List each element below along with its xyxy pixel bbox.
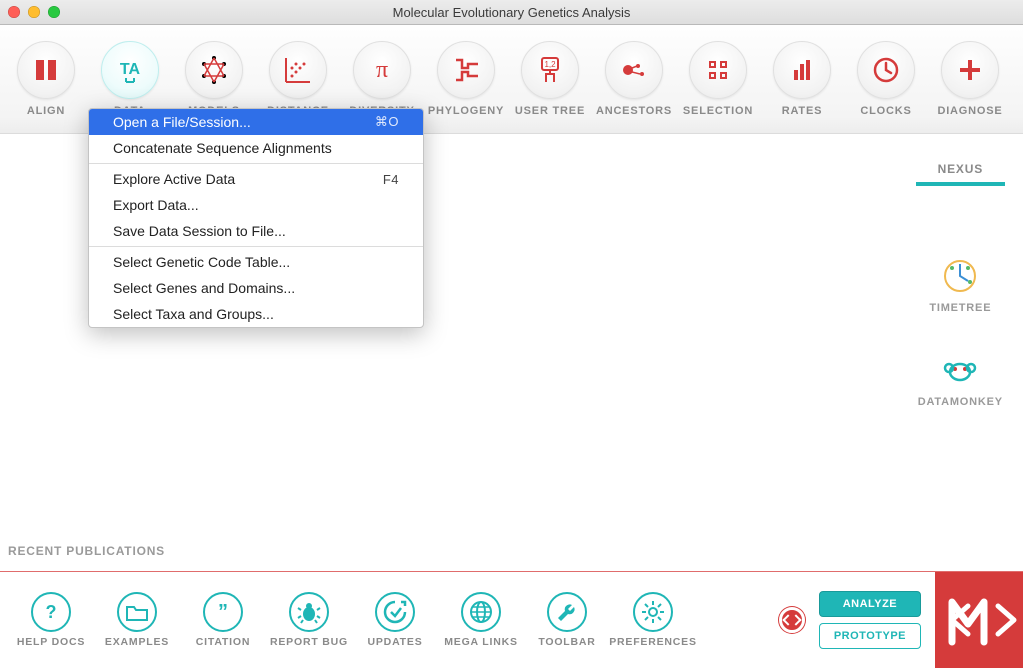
- updates-icon: [375, 592, 415, 632]
- gear-icon: [633, 592, 673, 632]
- bottom-bug-button[interactable]: REPORT BUG: [266, 592, 352, 648]
- menu-item-shortcut: ⌘O: [375, 114, 399, 130]
- toolbar-ancestors-button[interactable]: ANCESTORS: [592, 29, 676, 129]
- menu-item[interactable]: Save Data Session to File...: [89, 218, 423, 244]
- menu-item-label: Select Genetic Code Table...: [113, 254, 290, 270]
- selection-icon: [689, 41, 747, 99]
- menu-item-label: Explore Active Data: [113, 171, 235, 187]
- toolbar-diagnose-button[interactable]: DIAGNOSE: [928, 29, 1012, 129]
- menu-item-label: Select Genes and Domains...: [113, 280, 295, 296]
- menu-separator: [89, 163, 423, 164]
- toolbar-label: ANCESTORS: [596, 105, 672, 117]
- nexus-tab[interactable]: NEXUS: [916, 156, 1005, 186]
- toolbar-usertree-button[interactable]: USER TREE: [508, 29, 592, 129]
- bottom-label: REPORT BUG: [270, 636, 348, 648]
- prototype-button[interactable]: PROTOTYPE: [819, 623, 921, 649]
- toolbar-label: PHYLOGENY: [428, 105, 504, 117]
- right-link-timetree[interactable]: TIMETREE: [929, 258, 991, 314]
- bottom-label: TOOLBAR: [538, 636, 595, 648]
- bottom-updates-button[interactable]: UPDATES: [352, 592, 438, 648]
- analyze-button[interactable]: ANALYZE: [819, 591, 921, 617]
- toolbar-label: DIAGNOSE: [937, 105, 1002, 117]
- bottom-help-button[interactable]: HELP DOCS: [8, 592, 94, 648]
- menu-item-label: Save Data Session to File...: [113, 223, 286, 239]
- menu-separator: [89, 246, 423, 247]
- ancestors-icon: [605, 41, 663, 99]
- toolbar-label: SELECTION: [683, 105, 753, 117]
- align-icon: [17, 41, 75, 99]
- bottom-bar: HELP DOCS EXAMPLES CITATION REPORT BUG UPDAT…: [0, 572, 1023, 668]
- menu-item[interactable]: Export Data...: [89, 192, 423, 218]
- rates-icon: [773, 41, 831, 99]
- right-link-label: TIMETREE: [929, 302, 991, 314]
- models-icon: [185, 41, 243, 99]
- menu-item-label: Export Data...: [113, 197, 199, 213]
- toolbar-clocks-button[interactable]: CLOCKS: [844, 29, 928, 129]
- distance-icon: [269, 41, 327, 99]
- menu-item[interactable]: Select Genes and Domains...: [89, 275, 423, 301]
- toolbar-label: CLOCKS: [860, 105, 911, 117]
- window-title: Molecular Evolutionary Genetics Analysis: [0, 5, 1023, 20]
- bottom-quote-button[interactable]: CITATION: [180, 592, 266, 648]
- toolbar-rates-button[interactable]: RATES: [760, 29, 844, 129]
- data-dropdown-menu: Open a File/Session... ⌘O Concatenate Sequ…: [88, 108, 424, 328]
- bottom-label: CITATION: [196, 636, 250, 648]
- bottom-label: EXAMPLES: [105, 636, 169, 648]
- menu-item[interactable]: Select Taxa and Groups...: [89, 301, 423, 327]
- menu-item[interactable]: Open a File/Session... ⌘O: [89, 109, 423, 135]
- folder-icon: [117, 592, 157, 632]
- bottom-globe-button[interactable]: MEGA LINKS: [438, 592, 524, 648]
- menu-item-label: Open a File/Session...: [113, 114, 251, 130]
- timetree-icon: [942, 258, 978, 294]
- toolbar-selection-button[interactable]: SELECTION: [676, 29, 760, 129]
- bottom-label: HELP DOCS: [17, 636, 85, 648]
- menu-item-label: Concatenate Sequence Alignments: [113, 140, 332, 156]
- phylogeny-icon: [437, 41, 495, 99]
- bottom-wrench-button[interactable]: TOOLBAR: [524, 592, 610, 648]
- mega-logo: [935, 572, 1023, 668]
- bottom-label: PREFERENCES: [609, 636, 697, 648]
- menu-item-shortcut: F4: [383, 172, 399, 187]
- right-link-label: DATAMONKEY: [918, 396, 1003, 408]
- toolbar-align-button[interactable]: ALIGN: [4, 29, 88, 129]
- toolbar-label: USER TREE: [515, 105, 585, 117]
- menu-item[interactable]: Explore Active Data F4: [89, 166, 423, 192]
- bottom-folder-button[interactable]: EXAMPLES: [94, 592, 180, 648]
- bottom-label: UPDATES: [368, 636, 423, 648]
- help-icon: [31, 592, 71, 632]
- right-side-column: NEXUS TIMETREE DATAMONKEY: [916, 156, 1005, 408]
- clocks-icon: [857, 41, 915, 99]
- bottom-gear-button[interactable]: PREFERENCES: [610, 592, 696, 648]
- right-link-datamonkey[interactable]: DATAMONKEY: [918, 352, 1003, 408]
- update-notification-icon[interactable]: [779, 607, 805, 633]
- toolbar-phylogeny-button[interactable]: PHYLOGENY: [424, 29, 508, 129]
- bug-icon: [289, 592, 329, 632]
- data-icon: [101, 41, 159, 99]
- bottom-label: MEGA LINKS: [444, 636, 518, 648]
- globe-icon: [461, 592, 501, 632]
- diagnose-icon: [941, 41, 999, 99]
- title-bar: Molecular Evolutionary Genetics Analysis: [0, 0, 1023, 25]
- menu-item[interactable]: Select Genetic Code Table...: [89, 249, 423, 275]
- wrench-icon: [547, 592, 587, 632]
- datamonkey-icon: [942, 352, 978, 388]
- recent-publications-heading: RECENT PUBLICATIONS: [8, 544, 165, 558]
- diversity-icon: [353, 41, 411, 99]
- menu-item-label: Select Taxa and Groups...: [113, 306, 274, 322]
- mode-buttons: ANALYZE PROTOTYPE: [819, 591, 921, 649]
- quote-icon: [203, 592, 243, 632]
- toolbar-label: RATES: [782, 105, 822, 117]
- menu-item[interactable]: Concatenate Sequence Alignments: [89, 135, 423, 161]
- toolbar-label: ALIGN: [27, 105, 65, 117]
- usertree-icon: [521, 41, 579, 99]
